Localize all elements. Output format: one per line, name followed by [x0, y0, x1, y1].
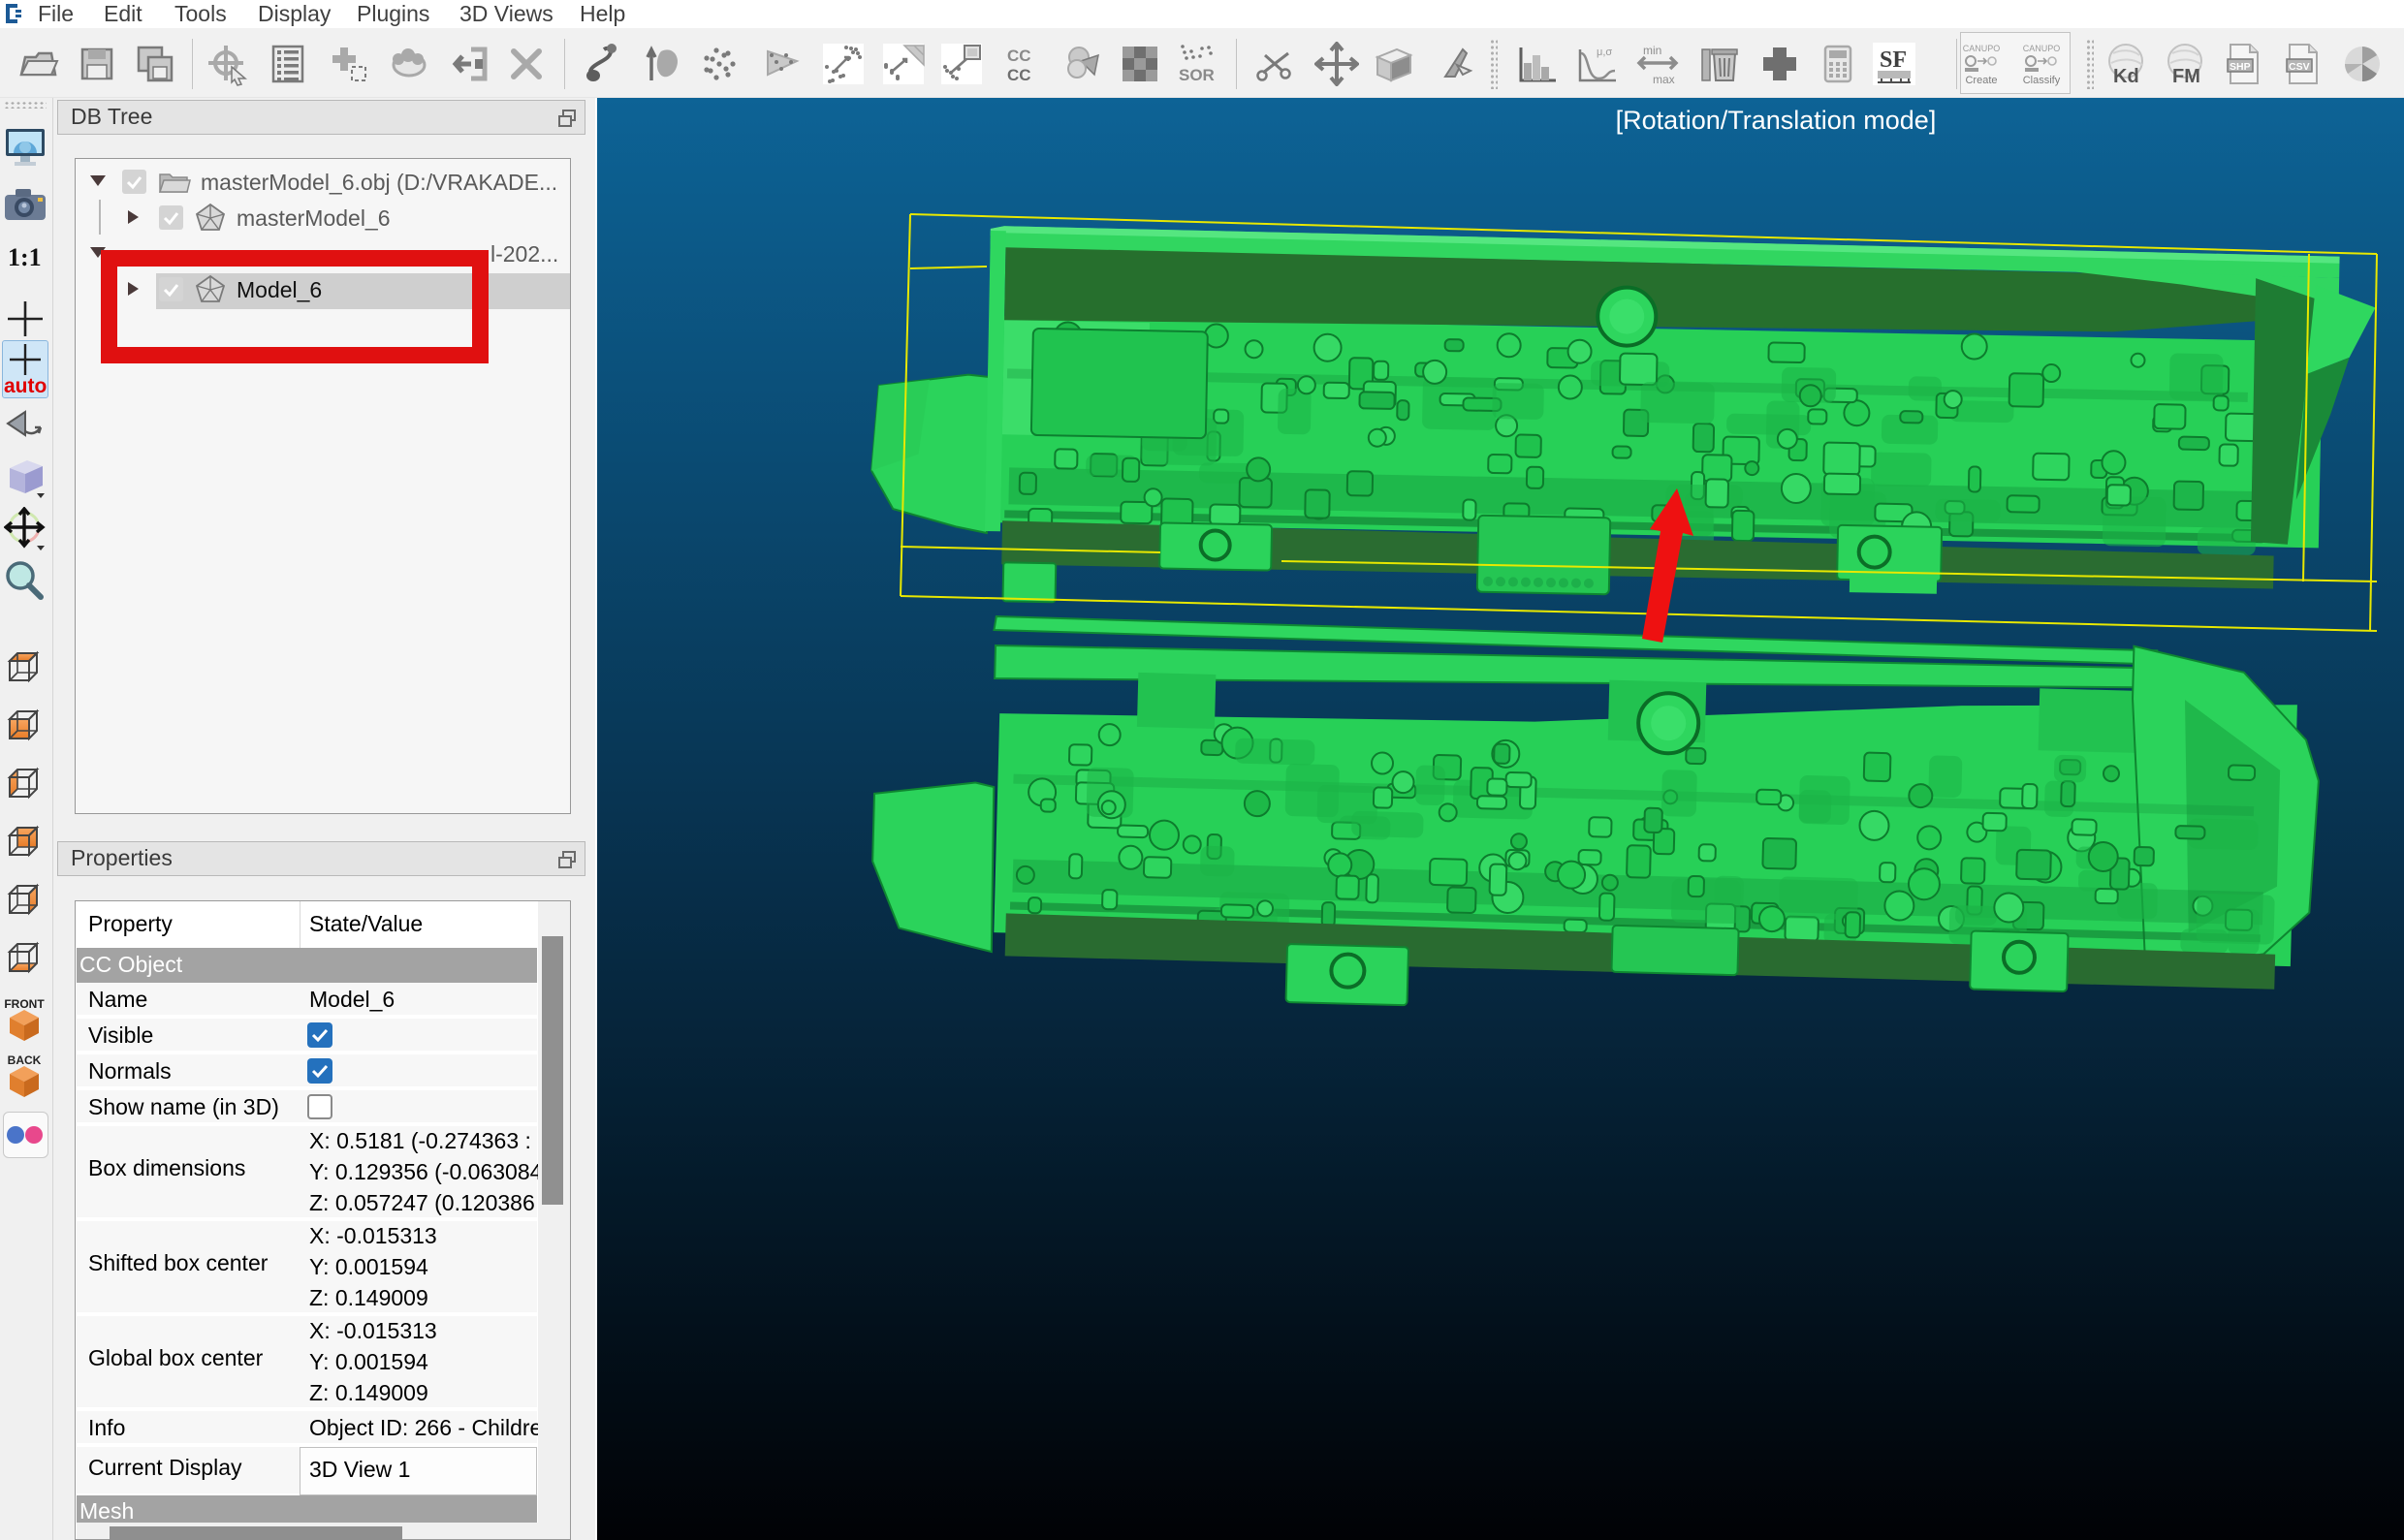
- svg-text:CANUPO: CANUPO: [2023, 44, 2061, 53]
- svg-text:[Rotation/Translation mode]: [Rotation/Translation mode]: [1616, 106, 1937, 135]
- svg-text:min: min: [1643, 44, 1661, 57]
- svg-text:CC: CC: [1007, 47, 1031, 65]
- svg-text:μ,σ: μ,σ: [1597, 47, 1612, 58]
- svg-text:max: max: [1653, 73, 1675, 86]
- svg-text:SF: SF: [1880, 47, 1907, 73]
- svg-text:Kd: Kd: [2113, 66, 2139, 86]
- svg-text:CANUPO: CANUPO: [1963, 44, 2001, 53]
- svg-text:SOR: SOR: [1179, 66, 1215, 84]
- svg-text:Classify: Classify: [2023, 75, 2061, 86]
- svg-text:FM: FM: [2172, 66, 2200, 86]
- svg-text:SHP: SHP: [2230, 61, 2251, 73]
- svg-text:CSV: CSV: [2289, 61, 2310, 73]
- svg-text:CC: CC: [1007, 66, 1031, 84]
- svg-text:FRONT: FRONT: [4, 997, 45, 1011]
- svg-text:Create: Create: [1965, 75, 1997, 86]
- svg-text:BACK: BACK: [8, 1053, 42, 1067]
